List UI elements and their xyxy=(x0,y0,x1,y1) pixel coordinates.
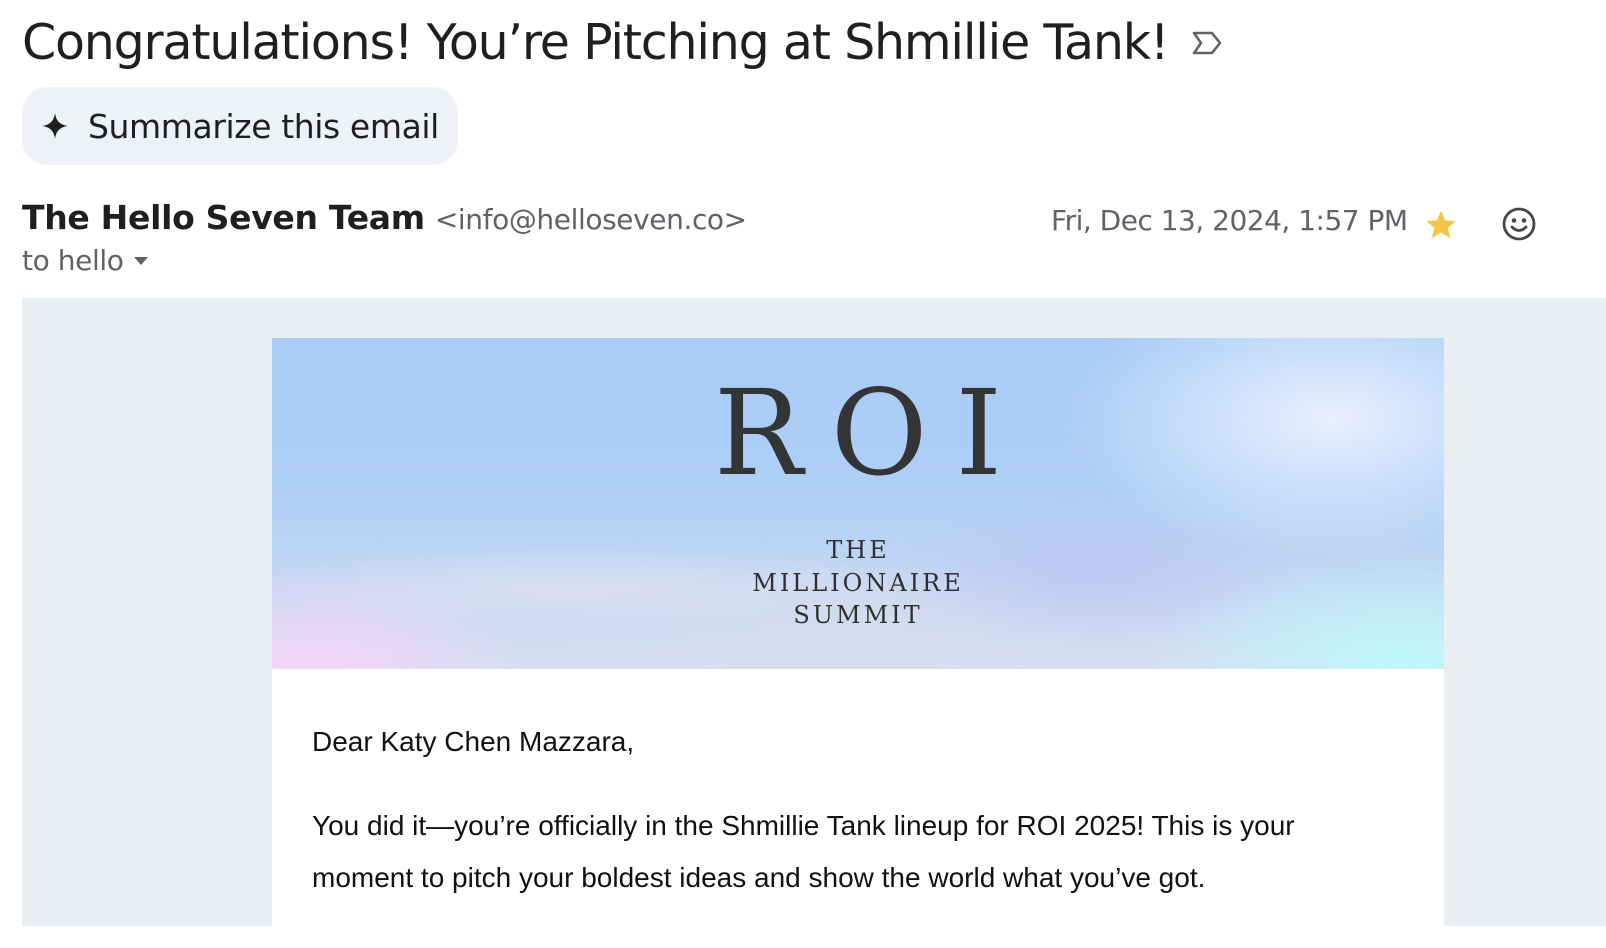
greeting: Dear Katy Chen Mazzara, xyxy=(312,726,635,757)
tagline-line-1: THE xyxy=(826,536,890,564)
email-message: Dear Katy Chen Mazzara, You did it—you’r… xyxy=(312,722,1392,904)
star-icon[interactable] xyxy=(1422,207,1460,243)
roi-logo: ROI xyxy=(713,364,1031,502)
tagline-line-3: SUMMIT xyxy=(793,601,923,629)
email-content-card: ROI THE MILLIONAIRE SUMMIT Dear Katy Che… xyxy=(272,338,1444,926)
recipient-label: to hello xyxy=(22,244,124,277)
sparkle-icon xyxy=(40,111,70,141)
banner-tagline: THE MILLIONAIRE SUMMIT xyxy=(272,534,1444,632)
sender-name[interactable]: The Hello Seven Team xyxy=(22,198,425,237)
emoji-reaction-icon[interactable] xyxy=(1501,206,1537,242)
roi-banner: ROI THE MILLIONAIRE SUMMIT xyxy=(272,338,1444,669)
sender-email: <info@helloseven.co> xyxy=(434,203,747,236)
tagline-line-2: MILLIONAIRE xyxy=(752,568,964,597)
subject-row: Congratulations! You’re Pitching at Shmi… xyxy=(22,8,1224,78)
summarize-email-button[interactable]: Summarize this email xyxy=(22,87,458,165)
body-paragraph: You did it—you’re officially in the Shmi… xyxy=(312,810,1295,893)
sender-row: The Hello Seven Team <info@helloseven.co… xyxy=(22,198,747,237)
email-subject: Congratulations! You’re Pitching at Shmi… xyxy=(22,14,1170,71)
caret-down-icon xyxy=(133,256,149,266)
recipients-toggle[interactable]: to hello xyxy=(22,244,149,277)
summarize-label: Summarize this email xyxy=(88,106,439,146)
email-date: Fri, Dec 13, 2024, 1:57 PM xyxy=(1051,204,1408,237)
important-marker-icon[interactable] xyxy=(1190,28,1224,58)
email-view: Congratulations! You’re Pitching at Shmi… xyxy=(0,0,1606,948)
